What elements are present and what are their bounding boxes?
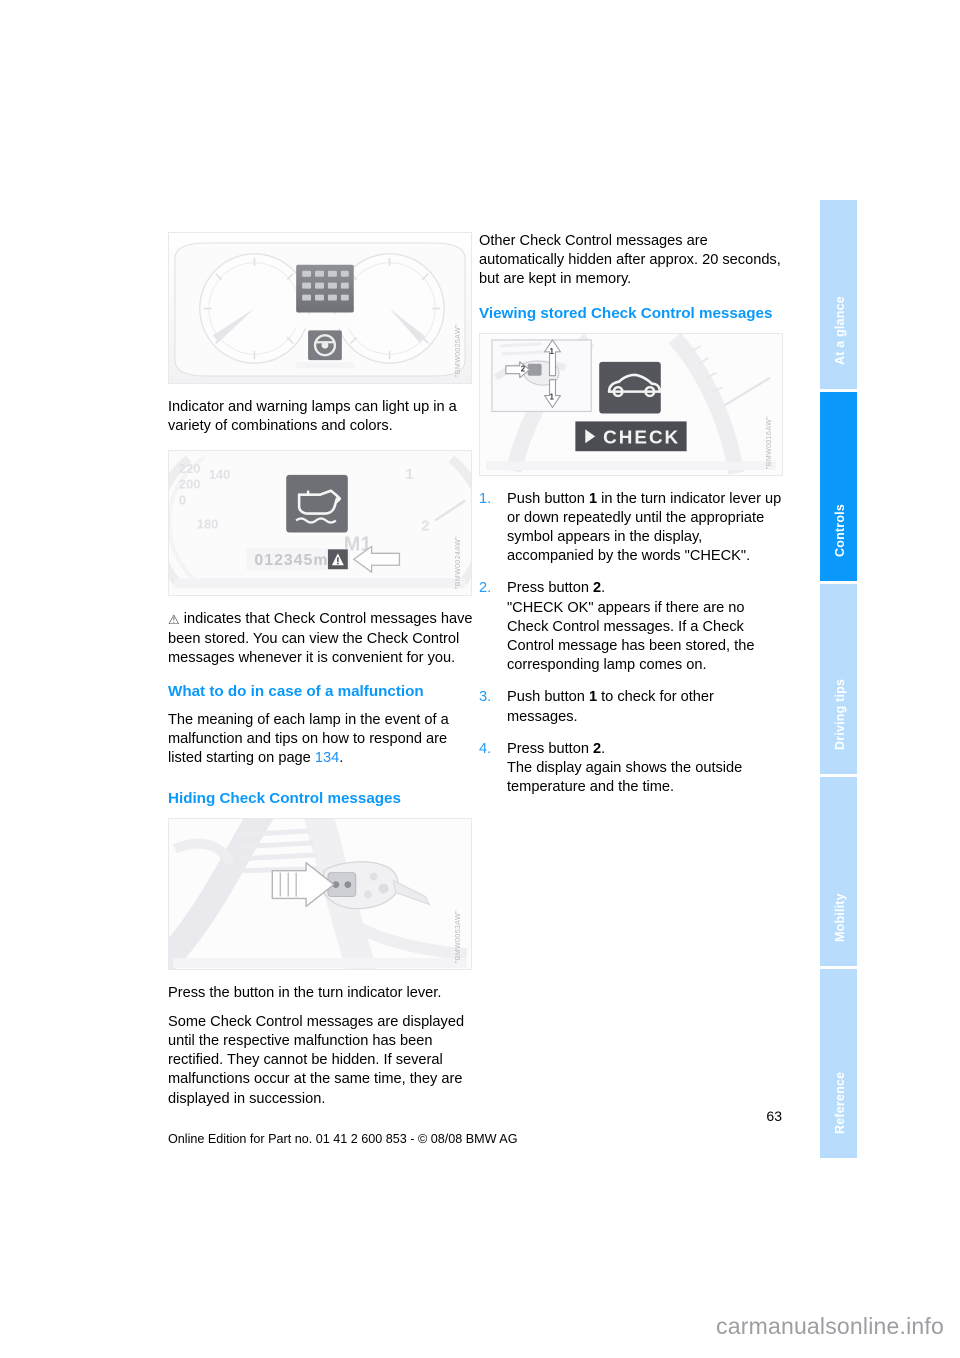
chapter-tab-label: Driving tips <box>832 678 847 750</box>
paragraph-malfunction-reference: The meaning of each lamp in the event of… <box>168 711 473 769</box>
svg-text:180: 180 <box>197 517 219 532</box>
step-text-segment: Press button <box>507 580 593 597</box>
figure-code: "BMW0016AW" <box>765 415 773 469</box>
step-number: 3. <box>479 689 492 706</box>
paragraph-malfunction-text-1: The meaning of each lamp in the event of… <box>168 712 449 767</box>
step-text: Press button 2. The display again shows … <box>507 741 742 795</box>
chapter-tab-label: At a glance <box>832 296 847 366</box>
site-watermark: carmanualsonline.info <box>716 1313 944 1339</box>
figure-turn-indicator-lever: "BMW0053AW" <box>168 817 472 970</box>
heading-viewing-stored-messages: Viewing stored Check Control messages <box>479 304 773 322</box>
step-button-number: 1 <box>588 689 598 706</box>
step-number: 1. <box>479 490 492 507</box>
step-number: 2. <box>479 580 492 597</box>
figure-oil-level-warning: 220 200 0 140 180 1 2 M1 012345mls "BMW0… <box>168 450 472 597</box>
chapter-tab-driving-tips[interactable]: Driving tips <box>820 584 857 774</box>
step-button-number: 1 <box>588 490 598 507</box>
chapter-tab-label: Controls <box>832 504 847 558</box>
step-text: Press button 2. "CHECK OK" appears if th… <box>507 580 754 673</box>
oil-warning-illustration: 220 200 0 140 180 1 2 M1 012345mls <box>169 451 471 596</box>
figure-check-display: 1 1 2 CHECK "BMW0016AW" <box>479 332 783 476</box>
step-text-segment: Push button <box>507 490 589 507</box>
svg-text:1: 1 <box>550 392 555 401</box>
chapter-tab-mobility[interactable]: Mobility <box>820 776 857 966</box>
figure-code: "BMW0025AW" <box>454 323 462 377</box>
svg-text:2: 2 <box>421 519 429 535</box>
instrument-cluster-illustration <box>169 233 471 383</box>
svg-text:2: 2 <box>521 364 526 373</box>
step-item: 4. Press button 2. The display again show… <box>479 740 784 798</box>
step-text: Push button 1 in the turn indicator leve… <box>507 491 781 565</box>
paragraph-press-button: Press the button in the turn indicator l… <box>168 984 442 1001</box>
chapter-tab-reference[interactable]: Reference <box>820 968 857 1159</box>
page-reference-link[interactable]: 134 <box>315 750 339 766</box>
turn-indicator-lever-illustration <box>169 818 471 969</box>
figure-instrument-cluster: "BMW0025AW" <box>168 232 472 384</box>
step-button-number: 2 <box>593 740 602 757</box>
step-button-number: 2 <box>593 580 602 597</box>
step-item: 1. Push button 1 in the turn indicator le… <box>479 490 784 567</box>
paragraph-indicator-lamps: Indicator and warning lamps can light up… <box>168 399 457 435</box>
svg-text:1: 1 <box>405 467 413 483</box>
step-text-segment: Press button <box>507 740 593 757</box>
svg-text:200: 200 <box>179 477 201 492</box>
edition-line: Online Edition for Part no. 01 41 2 600 … <box>168 1132 518 1146</box>
svg-text:0: 0 <box>179 493 186 508</box>
chapter-tab-controls[interactable]: Controls <box>820 392 857 582</box>
chapter-tab-label: Reference <box>832 1071 847 1135</box>
figure-code: "BMW0024AW" <box>454 536 462 590</box>
step-item: 3. Push button 1 to check for other messa… <box>479 688 784 726</box>
left-column: "BMW0025AW" Indicator and warning lamps … <box>168 232 473 1123</box>
paragraph-malfunction-text-2: . <box>339 750 344 767</box>
right-column: Other Check Control messages are automat… <box>479 232 784 810</box>
figure-code: "BMW0053AW" <box>454 909 462 963</box>
warning-triangle-icon: ⚠ <box>168 612 180 628</box>
chapter-tab-label: Mobility <box>832 892 847 942</box>
paragraph-some-messages: Some Check Control messages are displaye… <box>168 1013 465 1107</box>
step-text-segment: Push button <box>507 689 589 706</box>
heading-hiding-check-control: Hiding Check Control messages <box>168 789 401 807</box>
page-number: 63 <box>766 1108 782 1124</box>
chapter-tab-rail: At a glance Controls Driving tips Mobility R… <box>820 200 857 1159</box>
svg-text:1: 1 <box>550 346 555 355</box>
step-text: Push button 1 to check for other message… <box>507 689 714 724</box>
paragraph-warning-triangle-text: indicates that Check Control messages ha… <box>168 611 473 666</box>
step-item: 2. Press button 2. "CHECK OK" appears if … <box>479 579 784 675</box>
step-number: 4. <box>479 740 492 757</box>
heading-what-to-do-malfunction: What to do in case of a malfunction <box>168 683 424 701</box>
svg-text:CHECK: CHECK <box>603 426 680 447</box>
paragraph-other-messages: Other Check Control messages are automat… <box>479 233 781 288</box>
svg-text:140: 140 <box>209 467 231 482</box>
check-display-illustration: 1 1 2 CHECK <box>480 333 782 475</box>
paragraph-warning-triangle-meaning: ⚠ indicates that Check Control messages … <box>168 610 473 668</box>
svg-text:220: 220 <box>179 461 201 476</box>
manual-page: "BMW0025AW" Indicator and warning lamps … <box>0 0 835 1358</box>
chapter-tab-at-a-glance[interactable]: At a glance <box>820 200 857 390</box>
numbered-steps-list: 1. Push button 1 in the turn indicator le… <box>479 490 784 798</box>
